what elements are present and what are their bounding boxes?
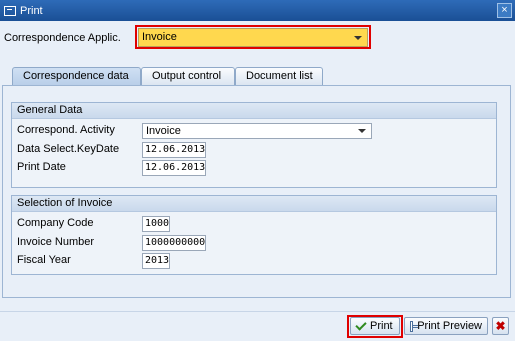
close-icon[interactable]: × — [497, 3, 512, 18]
highlight-box-applic — [135, 25, 371, 49]
invoice-number-label: Invoice Number — [17, 236, 95, 248]
selection-invoice-group: Selection of Invoice Company Code 1000 I… — [11, 195, 497, 275]
correspondence-applic-label: Correspondence Applic. — [4, 32, 121, 44]
fiscal-year-row: Fiscal Year 2013 — [17, 253, 487, 269]
chevron-down-icon[interactable] — [358, 129, 366, 133]
print-preview-icon — [410, 320, 419, 332]
window-titlebar: Print × — [0, 0, 515, 21]
tab-panel: General Data Correspond. Activity Invoic… — [2, 85, 511, 298]
fiscal-year-label: Fiscal Year — [17, 254, 71, 266]
print-date-field[interactable]: 12.06.2013 — [142, 160, 206, 176]
tab-output-control[interactable]: Output control — [141, 67, 235, 85]
invoice-number-field[interactable]: 1000000000 — [142, 235, 206, 251]
correspond-activity-row: Correspond. Activity Invoice — [17, 123, 487, 139]
correspond-activity-label: Correspond. Activity — [17, 124, 115, 136]
company-code-label: Company Code — [17, 217, 94, 229]
general-data-group: General Data Correspond. Activity Invoic… — [11, 102, 497, 188]
tab-document-list[interactable]: Document list — [235, 67, 323, 85]
print-date-row: Print Date 12.06.2013 — [17, 160, 487, 176]
print-preview-label: Print Preview — [417, 320, 482, 332]
correspond-activity-dropdown[interactable]: Invoice — [142, 123, 372, 139]
print-date-label: Print Date — [17, 161, 66, 173]
keydate-row: Data Select.KeyDate 12.06.2013 — [17, 142, 487, 158]
cancel-icon[interactable]: ✖ — [492, 317, 509, 335]
window-title: Print — [20, 4, 43, 17]
window-print-icon — [4, 5, 16, 16]
fiscal-year-field[interactable]: 2013 — [142, 253, 170, 269]
keydate-label: Data Select.KeyDate — [17, 143, 120, 155]
keydate-field[interactable]: 12.06.2013 — [142, 142, 206, 158]
selection-invoice-title: Selection of Invoice — [12, 196, 496, 212]
company-code-field[interactable]: 1000 — [142, 216, 170, 232]
tab-correspondence-data[interactable]: Correspondence data — [12, 67, 141, 85]
correspond-activity-value: Invoice — [146, 125, 181, 137]
invoice-number-row: Invoice Number 1000000000 — [17, 235, 487, 251]
highlight-box-print — [347, 315, 403, 338]
dialog-footer: Print Print Preview ✖ — [0, 311, 515, 341]
print-preview-button[interactable]: Print Preview — [404, 317, 488, 335]
company-code-row: Company Code 1000 — [17, 216, 487, 232]
general-data-title: General Data — [12, 103, 496, 119]
